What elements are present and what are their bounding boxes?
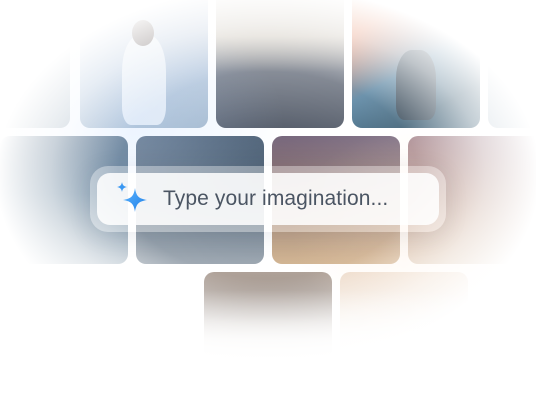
gallery-photo — [216, 0, 344, 128]
prompt-placeholder: Type your imagination... — [163, 187, 389, 210]
gallery-photo — [352, 0, 480, 128]
gallery-photo — [340, 272, 468, 382]
prompt-bar[interactable]: Type your imagination... — [90, 166, 446, 232]
sparkle-icon — [117, 182, 147, 212]
imagination-hero: Type your imagination... — [0, 0, 536, 400]
gallery-photo — [80, 0, 208, 128]
gallery-photo — [488, 0, 536, 128]
gallery-photo — [204, 272, 332, 382]
person-silhouette — [122, 35, 166, 125]
gallery-photo — [0, 0, 70, 128]
prompt-input[interactable]: Type your imagination... — [97, 173, 439, 225]
person-head — [132, 20, 154, 46]
person-silhouette — [396, 50, 436, 120]
